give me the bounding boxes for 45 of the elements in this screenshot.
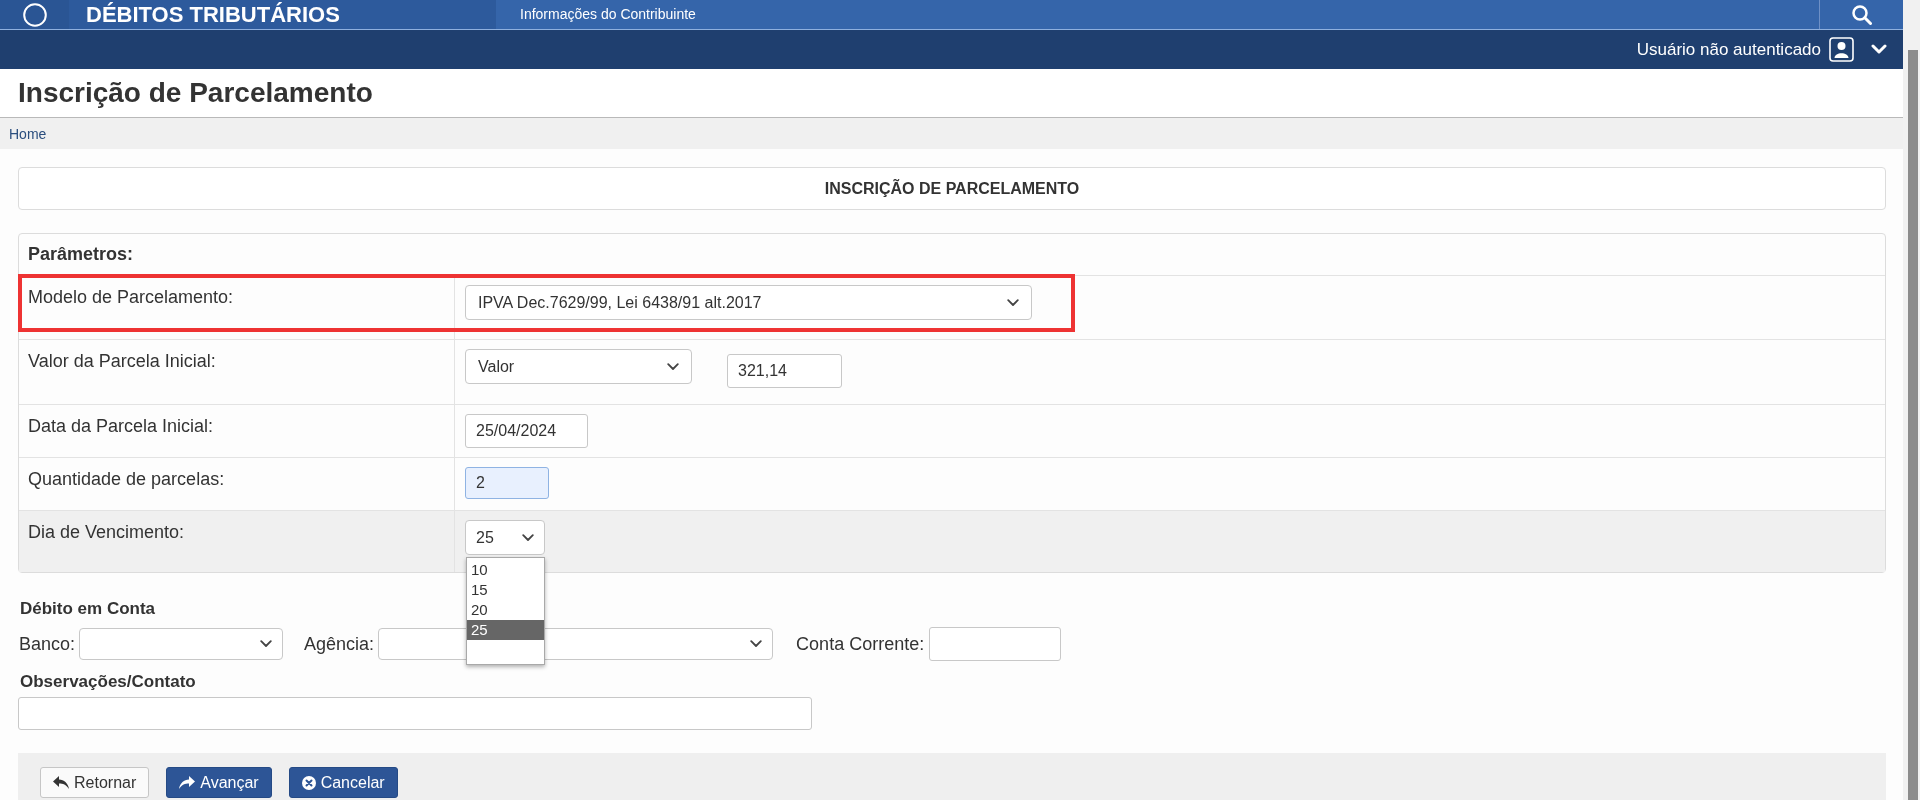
input-field[interactable]: 25/04/2024 — [465, 414, 588, 448]
field-label: Agência: — [303, 633, 375, 655]
input-field[interactable]: 2 — [465, 467, 549, 499]
user-icon[interactable] — [1829, 37, 1854, 62]
back-button[interactable]: Retornar — [40, 767, 150, 798]
dropdown-option[interactable]: 25 — [467, 620, 544, 640]
chevron-down-icon[interactable] — [1871, 44, 1887, 55]
next-button[interactable]: Avançar — [166, 767, 272, 798]
chevron-down-icon — [750, 640, 763, 648]
section-heading: Parâmetros: — [28, 244, 134, 265]
field-label: Banco: — [18, 633, 76, 655]
field-label: Data da Parcela Inicial: — [28, 416, 214, 436]
dropdown[interactable]: 25 — [465, 520, 545, 555]
app-subtitle: Informações do Contribuinte — [520, 5, 696, 24]
breadcrumb-link[interactable]: Home — [9, 125, 47, 142]
dropdown-option[interactable]: 10 — [467, 560, 544, 580]
chevron-down-icon — [667, 362, 679, 371]
input-field[interactable] — [929, 627, 1062, 661]
dropdown[interactable]: Valor — [465, 349, 692, 384]
dropdown[interactable]: IPVA Dec.7629/99, Lei 6438/91 alt.2017 — [465, 285, 1032, 320]
forward-arrow-icon — [179, 776, 196, 789]
chevron-down-icon — [260, 640, 273, 648]
field-label: Valor da Parcela Inicial: — [28, 351, 216, 371]
cancel-button[interactable]: Cancelar — [288, 767, 398, 798]
close-circle-icon — [301, 775, 316, 790]
field-label: Modelo de Parcelamento: — [28, 287, 234, 307]
field-label: Dia de Vencimento: — [28, 522, 185, 542]
page-title: Inscrição de Parcelamento — [17, 76, 373, 110]
scrollbar-thumb[interactable] — [1908, 50, 1918, 800]
app-title: DÉBITOS TRIBUTÁRIOS — [86, 1, 340, 29]
logo-icon — [22, 2, 47, 27]
section-heading: Débito em Conta — [19, 599, 156, 619]
reply-arrow-icon — [53, 776, 69, 789]
field-label: Quantidade de parcelas: — [28, 469, 225, 489]
chevron-down-icon — [1007, 298, 1019, 307]
section-heading: Observações/Contato — [19, 672, 196, 692]
chevron-down-icon — [522, 533, 534, 542]
dropdown-option[interactable]: 20 — [467, 600, 544, 620]
input-field[interactable] — [18, 697, 812, 730]
form-title: INSCRIÇÃO DE PARCELAMENTO — [824, 179, 1080, 198]
field-label: Conta Corrente: — [795, 633, 925, 655]
user-status: Usuário não autenticado — [1636, 39, 1821, 60]
search-icon — [1851, 4, 1872, 25]
input-field[interactable]: 321,14 — [727, 354, 842, 388]
dropdown-option[interactable]: 15 — [467, 580, 544, 600]
